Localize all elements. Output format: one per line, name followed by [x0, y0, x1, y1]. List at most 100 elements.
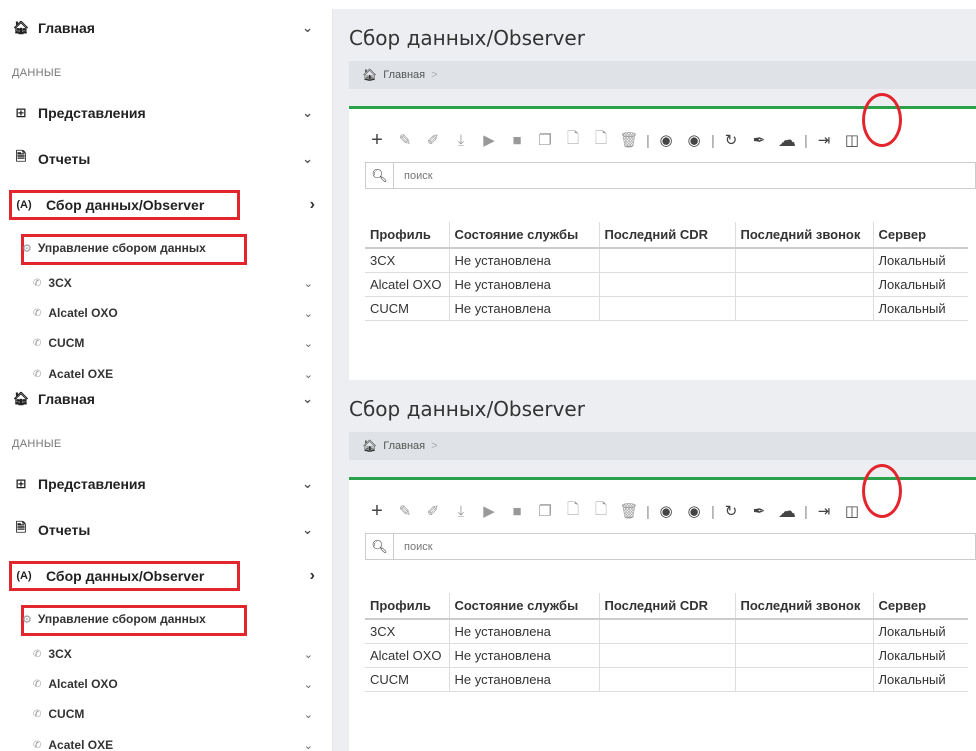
table-row[interactable]: 3CX Не установлена Локальный [365, 248, 968, 273]
sidebar-subitem[interactable]: ✆ CUCM ⌄ [0, 705, 333, 723]
sidebar-item-manage-collection[interactable]: ⚙ Управление сбором данных [22, 241, 206, 255]
phone-icon: ✆ [33, 739, 42, 751]
play-icon[interactable]: ▶ [477, 129, 501, 151]
column-header[interactable]: Последний CDR [599, 593, 736, 620]
pencil-icon[interactable]: ✐ [421, 500, 445, 522]
search-input[interactable] [394, 540, 794, 553]
sign-out-icon[interactable]: ⇥ [812, 129, 836, 151]
cloud-icon[interactable]: ☁ [775, 500, 799, 522]
home-icon[interactable]: 🏠︎ [362, 68, 377, 82]
column-header[interactable]: Профиль [365, 222, 450, 249]
search-input[interactable] [394, 169, 794, 182]
chevron-down-icon[interactable]: ⌄ [304, 708, 313, 721]
search-icon[interactable]: 🔍︎ [366, 163, 394, 188]
table-row[interactable]: CUCM Не установлена Локальный [365, 296, 968, 321]
stop-circle-icon[interactable]: ◉ [682, 129, 706, 151]
phone-icon: ✆ [33, 307, 42, 319]
sign-out-icon[interactable]: ⇥ [812, 500, 836, 522]
breadcrumb-home-link[interactable]: Главная [383, 440, 425, 452]
edit-icon[interactable]: ✎ [393, 500, 417, 522]
plus-icon[interactable]: + [365, 129, 389, 151]
start-circle-icon[interactable]: ◉ [654, 129, 678, 151]
columns-icon[interactable]: ◫ [840, 500, 864, 522]
column-header[interactable]: Профиль [365, 593, 450, 620]
chevron-down-icon[interactable]: ⌄ [304, 368, 313, 381]
play-icon[interactable]: ▶ [477, 500, 501, 522]
chevron-down-icon[interactable]: ⌄ [302, 151, 313, 167]
import-icon[interactable]: 🗋 [561, 129, 585, 151]
download-icon[interactable]: ⤓ [449, 129, 473, 151]
sidebar-item-home[interactable]: 🏠︎ Главная ⌄ [0, 17, 333, 39]
sidebar-subitem-label: 3CX [48, 647, 72, 661]
chevron-down-icon[interactable]: ⌄ [304, 678, 313, 691]
sidebar-item-home[interactable]: 🏠︎ Главная ⌄ [0, 388, 333, 410]
chevron-down-icon[interactable]: ⌄ [302, 105, 313, 121]
download-icon[interactable]: ⤓ [449, 500, 473, 522]
chevron-down-icon[interactable]: ⌄ [304, 739, 313, 751]
chevron-down-icon[interactable]: ⌄ [302, 391, 313, 407]
chevron-down-icon[interactable]: ⌄ [304, 337, 313, 350]
sidebar-subitem[interactable]: ✆ CUCM ⌄ [0, 334, 333, 352]
column-header[interactable]: Последний звонок [735, 593, 874, 620]
sidebar-item-reports[interactable]: 🗎 Отчеты ⌄ [0, 519, 333, 541]
chevron-down-icon[interactable]: ⌄ [304, 648, 313, 661]
stop-icon[interactable]: ■ [505, 500, 529, 522]
stop-icon[interactable]: ■ [505, 129, 529, 151]
sidebar-item-views[interactable]: ⊞ Представления ⌄ [0, 102, 333, 124]
brush-icon[interactable]: ✒ [747, 500, 771, 522]
export-icon[interactable]: 🗋 [589, 500, 613, 522]
chevron-down-icon[interactable]: ⌄ [304, 277, 313, 290]
chevron-down-icon[interactable]: ⌄ [304, 307, 313, 320]
edit-icon[interactable]: ✎ [393, 129, 417, 151]
refresh-icon[interactable]: ↻ [719, 500, 743, 522]
sidebar-subitem[interactable]: ✆ Alcatel OXO ⌄ [0, 304, 333, 322]
home-icon[interactable]: 🏠︎ [362, 439, 377, 453]
sidebar-subitem[interactable]: ✆ Acatel OXE ⌄ [0, 365, 333, 380]
column-header[interactable]: Сервер [873, 222, 968, 249]
cell-last-call [735, 667, 874, 692]
column-header[interactable]: Последний звонок [735, 222, 874, 249]
sidebar-subitem[interactable]: ✆ Alcatel OXO ⌄ [0, 675, 333, 693]
column-header[interactable]: Последний CDR [599, 222, 736, 249]
export-icon[interactable]: 🗋 [589, 129, 613, 151]
start-circle-icon[interactable]: ◉ [654, 500, 678, 522]
table-row[interactable]: 3CX Не установлена Локальный [365, 619, 968, 644]
sidebar-item-collection[interactable]: (A) Сбор данных/Observer › [0, 194, 333, 216]
sidebar-subitem[interactable]: ✆ 3CX ⌄ [0, 274, 333, 292]
refresh-icon[interactable]: ↻ [719, 129, 743, 151]
chevron-right-icon[interactable]: › [310, 567, 315, 585]
chevron-right-icon[interactable]: › [310, 196, 315, 214]
trash-icon[interactable]: 🗑︎ [617, 500, 641, 522]
page-title: Сбор данных/Observer [349, 397, 585, 421]
breadcrumb-home-link[interactable]: Главная [383, 69, 425, 81]
sidebar-section-label: ДАННЫЕ [12, 438, 62, 450]
copy-icon[interactable]: ❐ [533, 500, 557, 522]
column-header[interactable]: Сервер [873, 593, 968, 620]
chevron-down-icon[interactable]: ⌄ [302, 20, 313, 36]
column-header[interactable]: Состояние службы [449, 222, 600, 249]
chevron-down-icon[interactable]: ⌄ [302, 476, 313, 492]
table-row[interactable]: CUCM Не установлена Локальный [365, 667, 968, 692]
trash-icon[interactable]: 🗑︎ [617, 129, 641, 151]
search-icon[interactable]: 🔍︎ [366, 534, 394, 559]
plus-icon[interactable]: + [365, 500, 389, 522]
copy-icon[interactable]: ❐ [533, 129, 557, 151]
table-row[interactable]: Alcatel OXO Не установлена Локальный [365, 272, 968, 297]
import-icon[interactable]: 🗋 [561, 500, 585, 522]
column-header[interactable]: Состояние службы [449, 593, 600, 620]
columns-icon[interactable]: ◫ [840, 129, 864, 151]
table-row[interactable]: Alcatel OXO Не установлена Локальный [365, 643, 968, 668]
cloud-icon[interactable]: ☁ [775, 129, 799, 151]
sidebar-item-reports[interactable]: 🗎 Отчеты ⌄ [0, 148, 333, 170]
pencil-icon[interactable]: ✐ [421, 129, 445, 151]
sidebar-subitem[interactable]: ✆ Acatel OXE ⌄ [0, 736, 333, 751]
sidebar-subitem[interactable]: ✆ 3CX ⌄ [0, 645, 333, 663]
sidebar-item-manage-collection[interactable]: ⚙ Управление сбором данных [22, 612, 206, 626]
sidebar-item-collection[interactable]: (A) Сбор данных/Observer › [0, 565, 333, 587]
sidebar-item-views[interactable]: ⊞ Представления ⌄ [0, 473, 333, 495]
brush-icon[interactable]: ✒ [747, 129, 771, 151]
sidebar-item-label: Отчеты [38, 151, 91, 167]
chevron-down-icon[interactable]: ⌄ [302, 522, 313, 538]
gear-icon: ⚙ [22, 242, 32, 255]
stop-circle-icon[interactable]: ◉ [682, 500, 706, 522]
